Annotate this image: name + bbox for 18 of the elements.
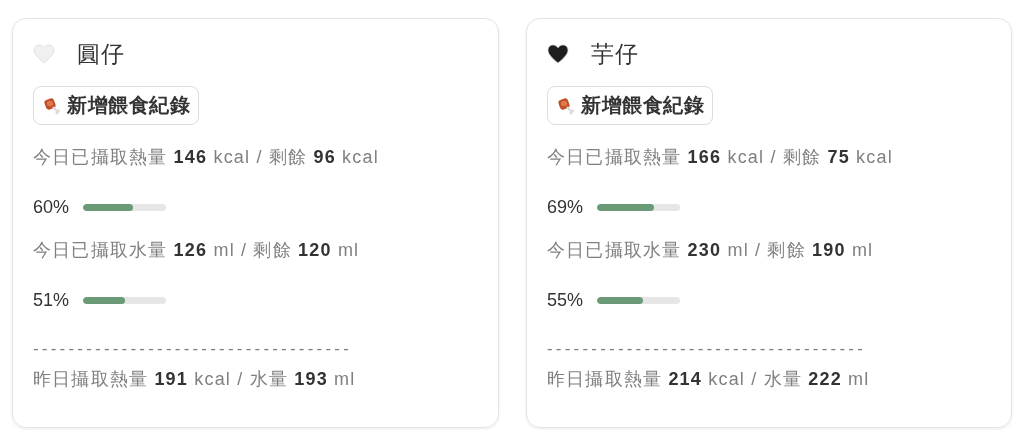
percent-label: 51%	[33, 289, 70, 311]
add-feeding-button[interactable]: 新增餵食紀錄	[33, 86, 199, 125]
add-feeding-button[interactable]: 新增餵食紀錄	[547, 86, 713, 125]
meat-icon	[42, 95, 62, 116]
dashed-divider: ------------------------------------	[547, 339, 867, 359]
percent-label: 69%	[547, 196, 584, 218]
water-summary: 今日已攝取水量 126 ml / 剩餘 120 ml	[33, 239, 361, 262]
percent-label: 55%	[547, 289, 584, 311]
percent-label: 60%	[33, 196, 70, 218]
calorie-summary: 今日已攝取熱量 166 kcal / 剩餘 75 kcal	[547, 146, 894, 169]
yesterday-summary: 昨日攝取熱量 191 kcal / 水量 193 ml	[33, 368, 357, 391]
calorie-summary: 今日已攝取熱量 146 kcal / 剩餘 96 kcal	[33, 146, 380, 169]
dashed-divider: ------------------------------------	[33, 339, 353, 359]
pet-name: 圓仔	[77, 39, 125, 69]
water-summary: 今日已攝取水量 230 ml / 剩餘 190 ml	[547, 239, 875, 262]
meat-icon	[556, 95, 576, 116]
yesterday-summary: 昨日攝取熱量 214 kcal / 水量 222 ml	[547, 368, 871, 391]
pet-name: 芋仔	[591, 39, 639, 69]
